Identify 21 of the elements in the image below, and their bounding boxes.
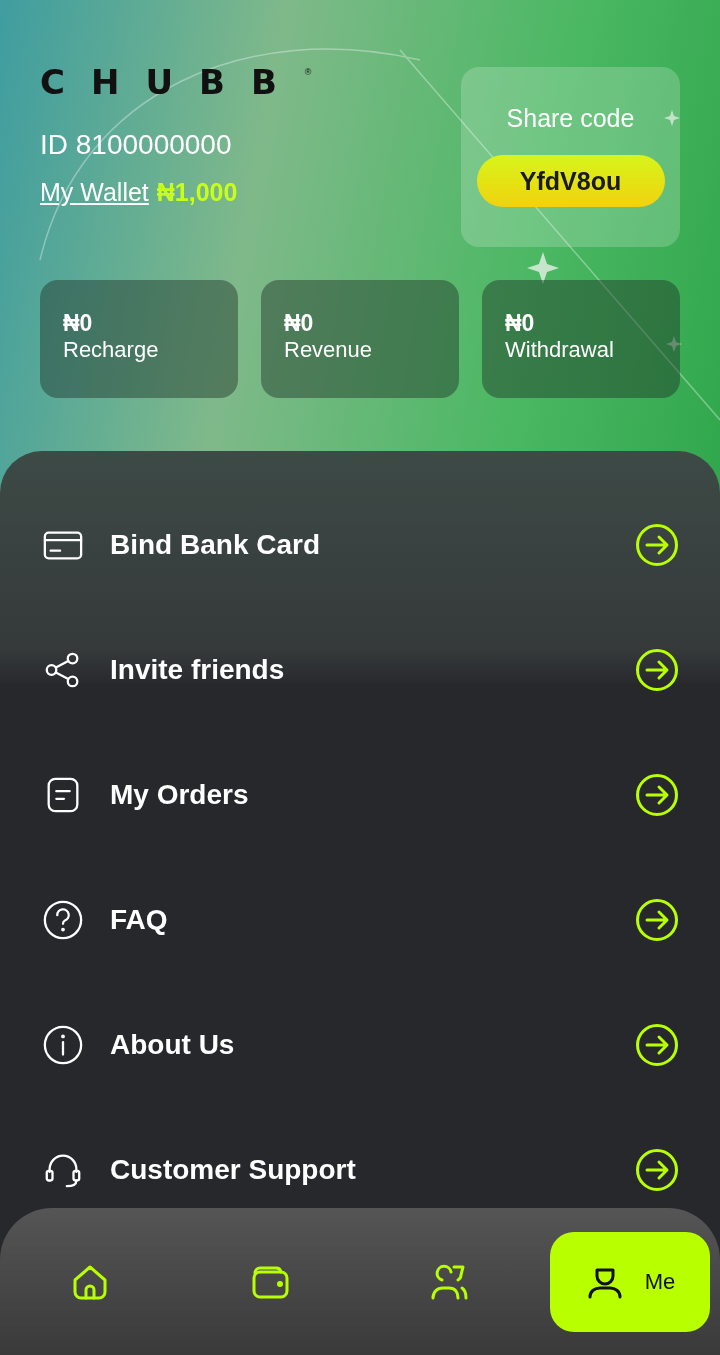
stat-amount: ₦0 (505, 310, 536, 336)
nav-tab[interactable]: Me (550, 1231, 710, 1332)
logo: CHUBB (40, 67, 303, 97)
menu-item[interactable]: Customer Support (110, 1153, 635, 1186)
stat-amount: ₦0 (63, 310, 94, 336)
share-title: Share code (506, 103, 635, 133)
stat-label: Recharge (63, 336, 160, 364)
user-id: ID 8100000000 (40, 128, 233, 162)
share-code-button[interactable]: YfdV8ou (476, 155, 665, 207)
info-icon (42, 1023, 84, 1066)
menu-item[interactable]: My Orders (110, 778, 635, 811)
stat-label: Revenue (284, 336, 374, 364)
menu-item[interactable]: About Us (110, 1028, 635, 1061)
help-icon (42, 898, 84, 941)
menu-item[interactable]: Bind Bank Card (110, 528, 635, 561)
stat-label: Withdrawal (505, 336, 615, 364)
wallet-balance: ₦1,000 (156, 177, 238, 207)
menu-item[interactable]: Invite friends (110, 653, 635, 686)
registered-mark: ® (304, 67, 312, 77)
stat-amount: ₦0 (284, 310, 315, 336)
menu-item[interactable]: FAQ (110, 903, 635, 936)
